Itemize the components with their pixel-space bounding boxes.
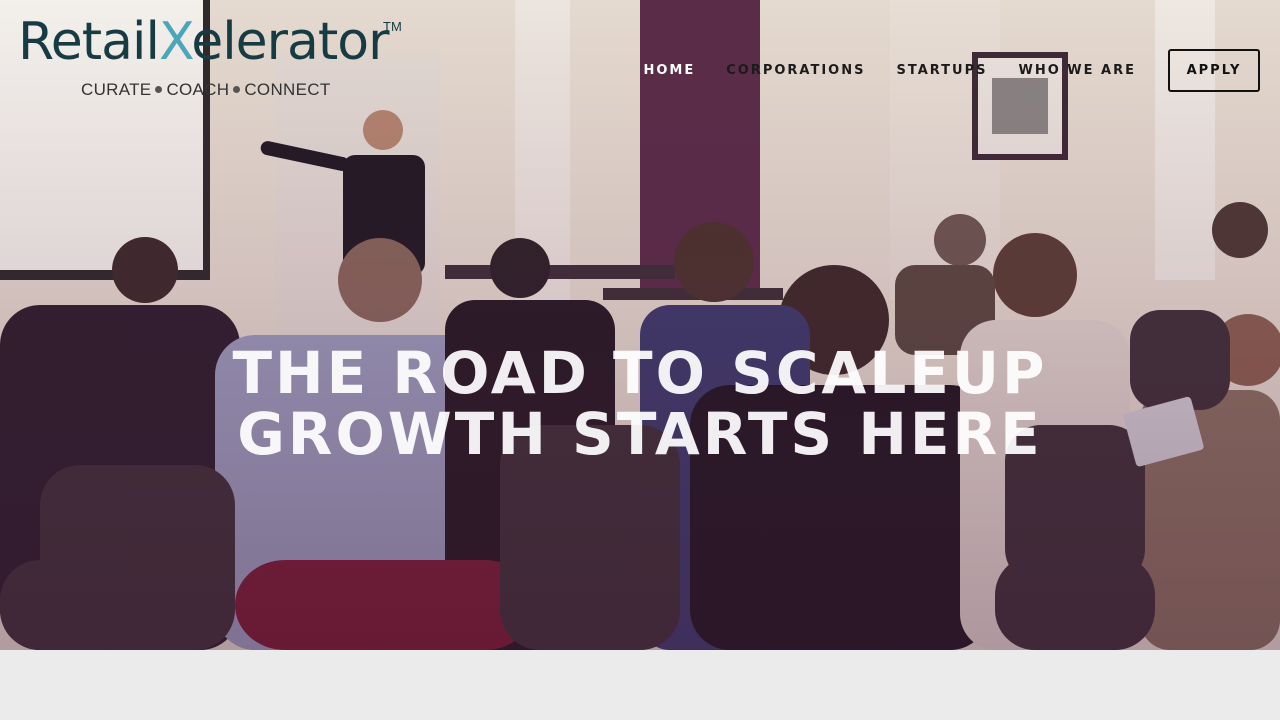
apply-button[interactable]: APPLY xyxy=(1168,49,1260,92)
logo-wordmark: RetailXelerator xyxy=(18,12,390,72)
logo-tagline: CURATE COACH CONNECT xyxy=(81,80,331,99)
content-area xyxy=(0,650,1280,720)
main-nav: HOME CORPORATIONS STARTUPS WHO WE ARE AP… xyxy=(612,49,1260,92)
nav-item-corporations[interactable]: CORPORATIONS xyxy=(726,63,865,78)
bullet-icon xyxy=(233,85,241,93)
hero-section: RetailXelerator TM CURATE COACH CONNECT HO… xyxy=(0,0,1280,650)
hero-headline-line-1: THE ROAD TO SCALEUP xyxy=(232,339,1048,407)
nav-item-home[interactable]: HOME xyxy=(643,63,695,78)
retailxelerator-logo[interactable]: RetailXelerator TM CURATE COACH CONNECT xyxy=(18,16,408,106)
nav-item-startups[interactable]: STARTUPS xyxy=(896,63,987,78)
logo-trademark: TM xyxy=(383,19,402,34)
hero-headline: THE ROAD TO SCALEUP GROWTH STARTS HERE xyxy=(0,343,1280,465)
hero-headline-line-2: GROWTH STARTS HERE xyxy=(237,400,1043,468)
nav-item-who-we-are[interactable]: WHO WE ARE xyxy=(1019,63,1137,78)
bullet-icon xyxy=(155,85,163,93)
